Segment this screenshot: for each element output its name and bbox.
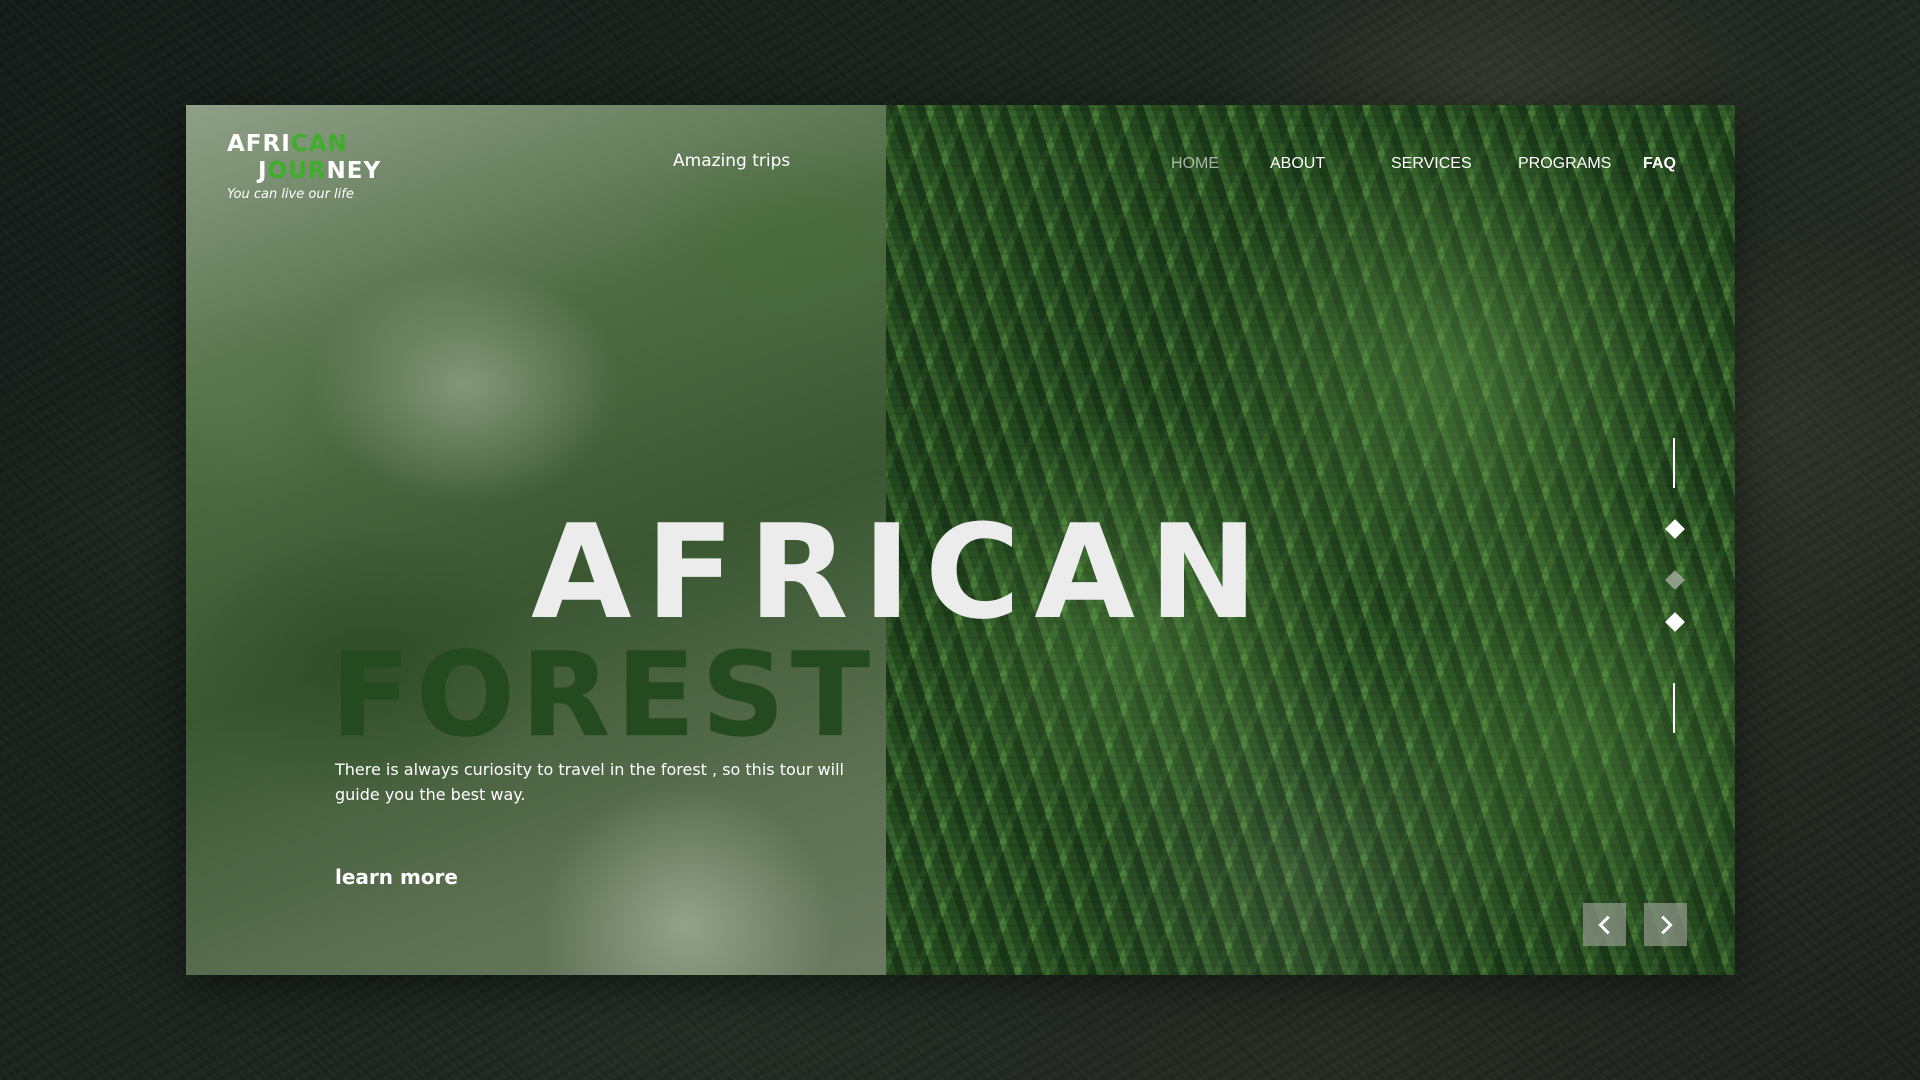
chevron-right-icon	[1660, 915, 1673, 934]
hero-title-line-2: FOREST	[331, 628, 877, 763]
nav-item-faq[interactable]: FAQ	[1643, 155, 1676, 173]
hero-title-line-1: AFRICAN	[531, 496, 1272, 648]
hero-description: There is always curiosity to travel in t…	[335, 760, 844, 804]
nav-item-services[interactable]: SERVICES	[1391, 155, 1472, 173]
logo-tagline: You can live our life	[227, 187, 354, 202]
hero-card: AFRICAN JOURNEY You can live our life Am…	[186, 105, 1735, 975]
prev-slide-button[interactable]	[1583, 903, 1626, 946]
logo-text-green: CAN	[290, 131, 348, 157]
nav-item-home[interactable]: HOME	[1171, 155, 1219, 173]
logo-line-1: AFRICAN	[227, 131, 381, 158]
nav-item-programs[interactable]: PROGRAMS	[1518, 155, 1611, 173]
next-slide-button[interactable]	[1644, 903, 1687, 946]
indicator-line-bottom	[1673, 683, 1675, 733]
learn-more-link[interactable]: learn more	[335, 865, 458, 889]
logo-text-white: AFRI	[227, 131, 291, 157]
chevron-left-icon	[1597, 915, 1610, 934]
indicator-line-top	[1673, 438, 1675, 488]
nav-item-about[interactable]: ABOUT	[1270, 155, 1325, 173]
main-nav: HOME ABOUT SERVICES PROGRAMS FAQ	[186, 155, 1735, 185]
